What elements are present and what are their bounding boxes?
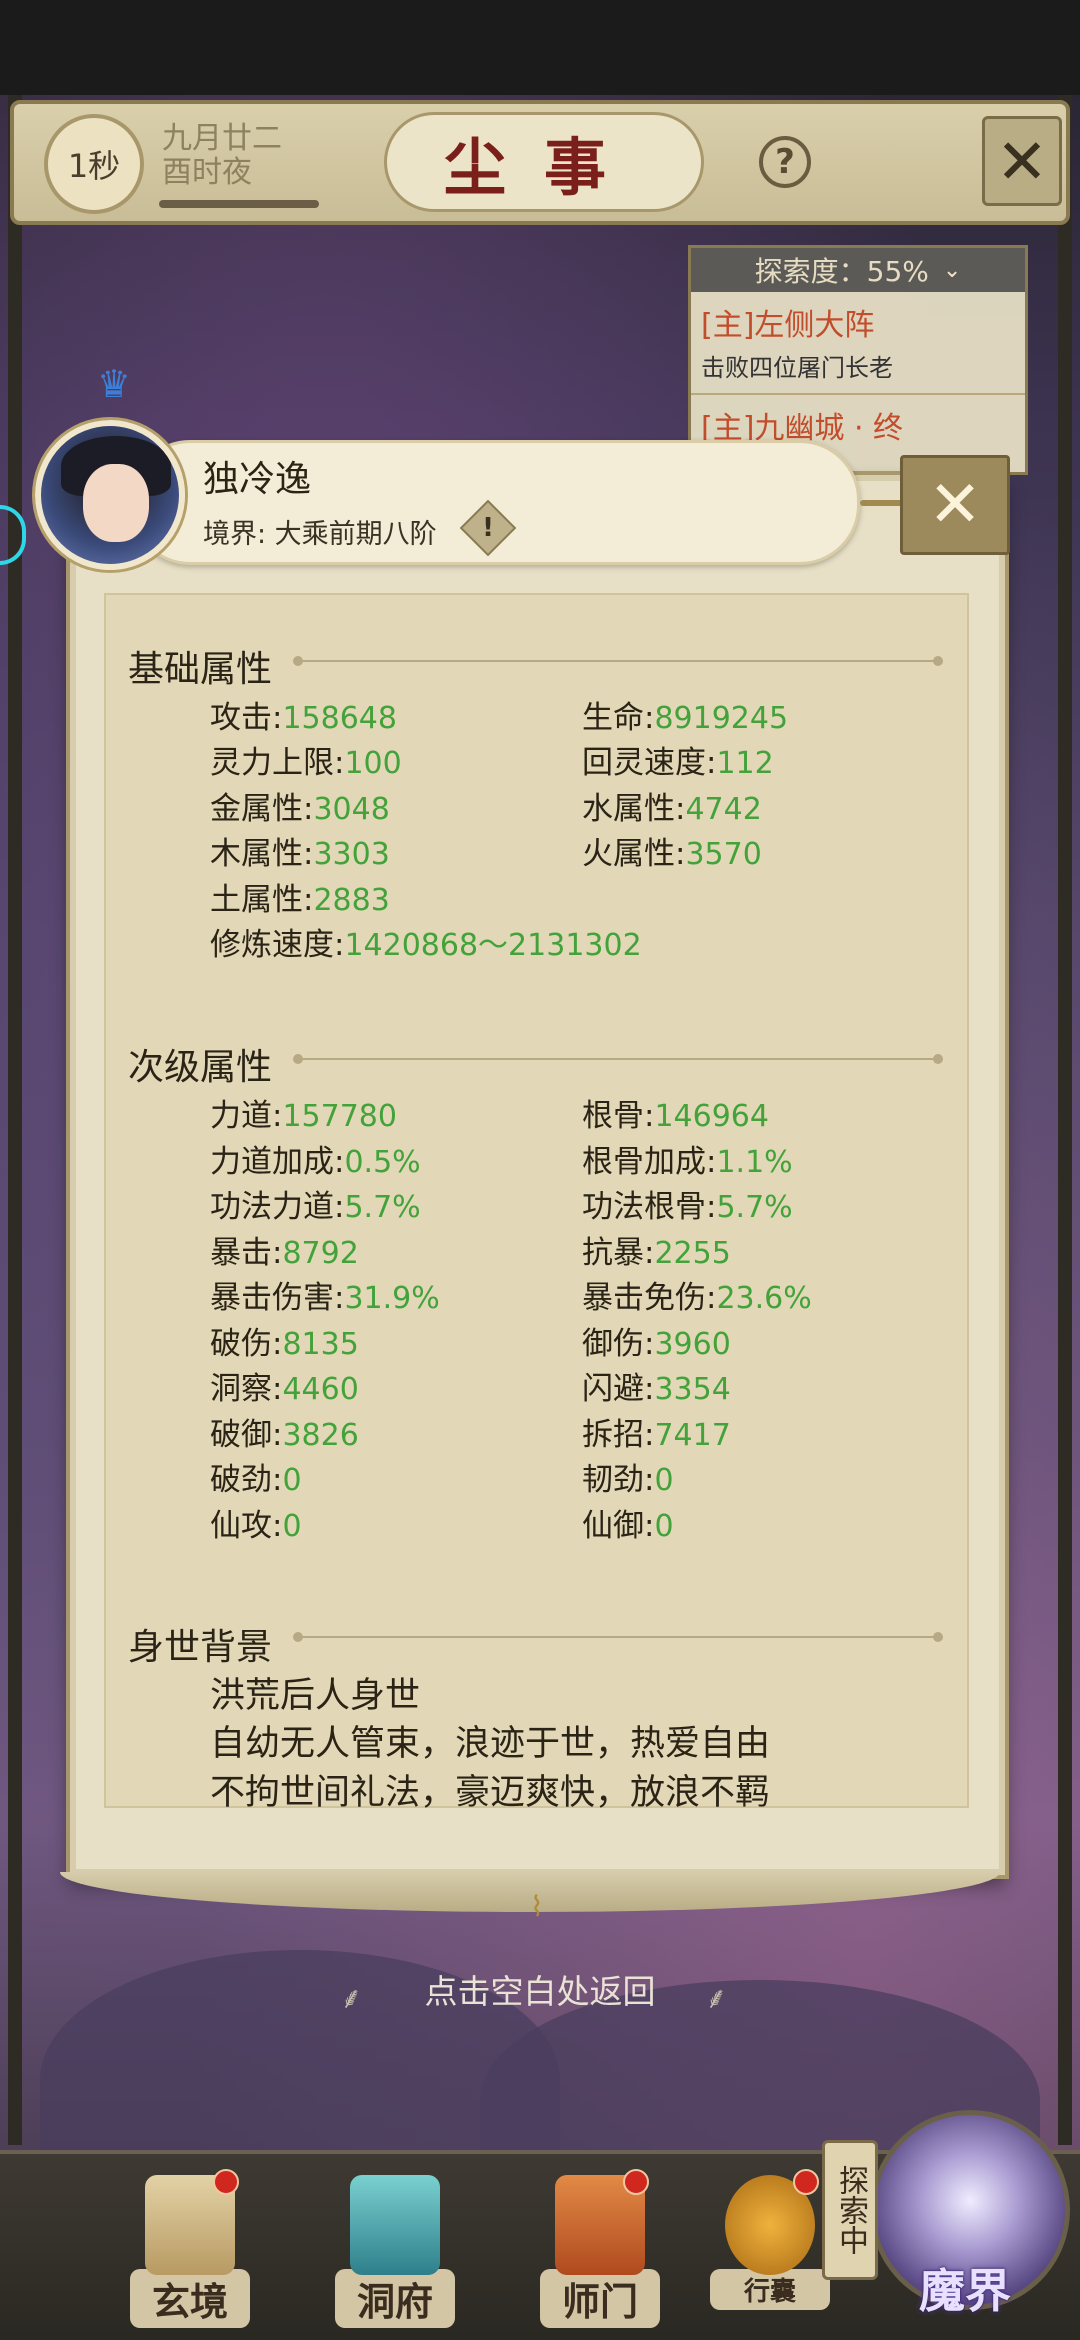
date-day: 九月廿二 [162,121,282,156]
date-time: 酉时夜 [162,155,252,190]
demon-realm-label: 魔界 [919,2264,1011,2318]
timer-badge: 1秒 [44,114,144,214]
section-divider [293,656,943,666]
quest-title[interactable]: [主]左侧大阵 [691,292,1025,344]
nav-label: 行囊 [710,2269,830,2310]
stat-row: 金属性:3048 [210,791,390,827]
stat-row: 破劲:0 [210,1462,302,1498]
scene-close-button[interactable]: ✕ [982,116,1062,206]
time-progress-bar [159,200,319,208]
avatar-face [83,464,149,542]
notification-dot [793,2169,819,2195]
card-close-button[interactable]: ✕ [900,455,1010,555]
game-date: 九月廿二 酉时夜 [162,122,282,190]
stat-row: 水属性:4742 [582,791,762,827]
stat-row: 仙攻:0 [210,1508,302,1544]
section-title-basic: 基础属性 [128,649,273,690]
section-title-secondary: 次级属性 [128,1047,273,1088]
nav-dongfu[interactable]: 洞府 [335,2175,455,2335]
scroll-icon [145,2169,239,2275]
stat-row: 力道加成:0.5% [210,1144,421,1180]
stat-row: 土属性:2883 [210,882,390,918]
character-realm: 境界: 大乘前期八阶 [203,519,437,550]
page-title: 尘事 [384,112,704,212]
stat-row: 抗暴:2255 [582,1235,731,1271]
bag-icon [725,2169,819,2275]
notification-dot [213,2169,239,2195]
crossed-swords-icon: ✕ [928,468,982,542]
return-hint[interactable]: 点击空白处返回 [340,1965,740,2013]
exploration-header[interactable]: 探索度：55% ⌄ [691,248,1025,292]
nav-label: 洞府 [335,2269,455,2328]
nav-shimen[interactable]: 师门 [540,2169,660,2335]
stat-row: 灵力上限:100 [210,745,402,781]
stat-row: 根骨:146964 [582,1098,769,1134]
exploration-label: 探索度：55% [754,255,929,288]
scroll-knot-icon: ⌇ [530,1890,544,1923]
exclamation-icon: ! [482,513,494,543]
pavilion-icon [350,2175,440,2275]
help-button[interactable]: ? [759,136,811,188]
question-icon: ? [775,142,795,182]
stat-row: 火属性:3570 [582,836,762,872]
bio-line: 自幼无人管束，浪迹于世，热爱自由 [210,1724,771,1764]
stat-row: 功法力道:5.7% [210,1189,421,1225]
stat-row: 御伤:3960 [582,1326,731,1362]
stat-row: 生命:8919245 [582,700,789,736]
crossed-swords-icon: ✕ [996,124,1048,198]
nav-label: 玄境 [130,2269,250,2328]
quest-desc: 击败四位屠门长老 [691,344,1025,395]
bio-line: 洪荒后人身世 [210,1676,421,1716]
stat-row: 仙御:0 [582,1508,674,1544]
stat-row: 回灵速度:112 [582,745,774,781]
nav-label: 师门 [540,2269,660,2328]
section-title-background: 身世背景 [128,1627,273,1668]
chevron-down-icon[interactable]: ⌄ [943,258,961,283]
swirl-right-icon: ⸙ [705,1981,728,2016]
stat-row: 暴击免伤:23.6% [582,1280,812,1316]
section-divider [293,1632,943,1642]
stat-row: 韧劲:0 [582,1462,674,1498]
section-divider [293,1054,943,1064]
stat-row: 洞察:4460 [210,1371,359,1407]
notification-dot [623,2169,649,2195]
stat-row: 破伤:8135 [210,1326,359,1362]
crown-icon: ♛ [96,362,132,406]
avatar[interactable] [35,420,185,570]
status-strip [0,0,1080,95]
bio-line: 不拘世间礼法，豪迈爽快，放浪不羁 [210,1773,771,1813]
stat-row: 攻击:158648 [210,700,397,736]
stat-row: 木属性:3303 [210,836,390,872]
stat-row: 力道:157780 [210,1098,397,1134]
stat-row: 根骨加成:1.1% [582,1144,793,1180]
nav-xuanjing[interactable]: 玄境 [130,2169,250,2335]
banner-icon [555,2169,649,2275]
character-name: 独冷逸 [203,459,312,500]
nav-xingnang[interactable]: 行囊 [710,2169,830,2335]
stat-row: 修炼速度:1420868～2131302 [210,927,642,963]
stat-row: 拆招:7417 [582,1417,731,1453]
stat-row: 闪避:3354 [582,1371,731,1407]
stat-row: 暴击:8792 [210,1235,359,1271]
top-header: 1秒 九月廿二 酉时夜 尘事 ? ✕ [10,100,1070,225]
exploring-badge[interactable]: 探索中 [822,2140,878,2280]
stat-row: 破御:3826 [210,1417,359,1453]
stat-row: 暴击伤害:31.9% [210,1280,440,1316]
stat-row: 功法根骨:5.7% [582,1189,793,1225]
